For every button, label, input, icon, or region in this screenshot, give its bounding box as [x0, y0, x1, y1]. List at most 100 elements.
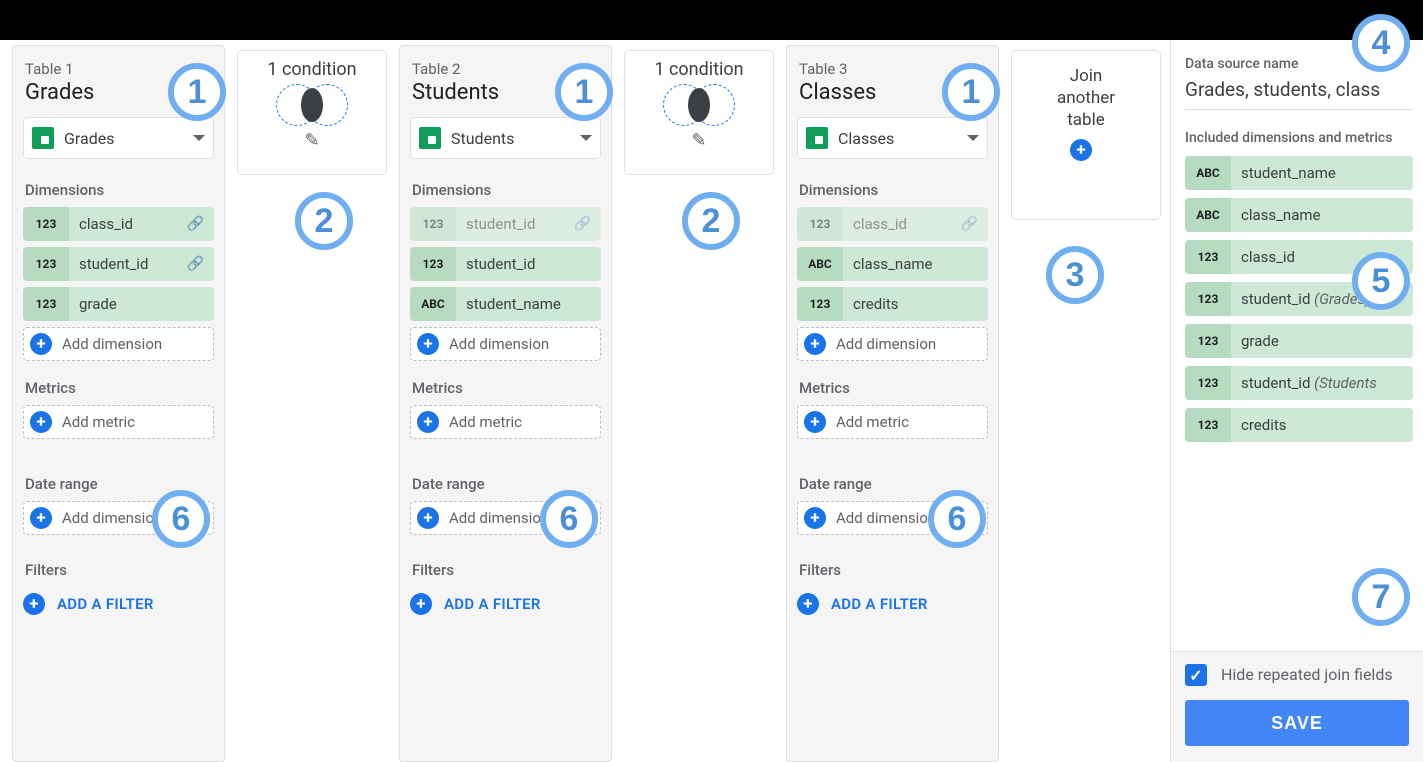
date-range-label: Date range — [25, 475, 214, 493]
type-badge: 123 — [410, 207, 456, 241]
source-select[interactable]: Students — [410, 117, 601, 159]
add-filter-label: ADD A FILTER — [831, 595, 928, 613]
dimension-chip[interactable]: 123 student_id 🔗 — [23, 247, 214, 281]
date-range-label: Date range — [412, 475, 601, 493]
dimension-chip[interactable]: 123 class_id 🔗 — [23, 207, 214, 241]
chip-label: student_id — [69, 255, 187, 273]
add-dimension-button[interactable]: + Add dimension — [797, 327, 988, 361]
field-chip[interactable]: 123 grade — [1185, 324, 1413, 358]
chip-label: grade — [69, 295, 214, 313]
add-label: Add metric — [449, 413, 522, 431]
filters-label: Filters — [25, 561, 214, 579]
field-chip[interactable]: 123 credits — [1185, 408, 1413, 442]
type-badge: 123 — [23, 247, 69, 281]
type-badge: ABC — [1185, 156, 1231, 190]
metrics-label: Metrics — [412, 379, 601, 397]
join-another-column: Join another table + — [999, 45, 1161, 762]
add-date-dimension-button[interactable]: + Add dimension — [797, 501, 988, 535]
table-title: Students — [412, 80, 599, 105]
source-name: Grades — [64, 129, 193, 148]
type-badge: 123 — [1185, 324, 1231, 358]
type-badge: 123 — [1185, 408, 1231, 442]
table-card-grades: Table 1 Grades Grades Dimensions 123 cla… — [12, 45, 225, 762]
type-badge: 123 — [23, 207, 69, 241]
date-range-label: Date range — [799, 475, 988, 493]
add-metric-button[interactable]: + Add metric — [797, 405, 988, 439]
plus-icon: + — [23, 593, 45, 615]
dimension-chip[interactable]: 123 student_id 🔗 — [410, 207, 601, 241]
add-filter-button[interactable]: + ADD A FILTER — [410, 587, 601, 621]
plus-icon: + — [804, 411, 826, 433]
dimension-chip[interactable]: 123 student_id — [410, 247, 601, 281]
join-condition-label: 1 condition — [267, 59, 356, 80]
field-chip[interactable]: 123 student_id (Grades) — [1185, 282, 1413, 316]
chip-label: credits — [843, 295, 988, 313]
add-date-dimension-button[interactable]: + Add dimension — [410, 501, 601, 535]
add-metric-button[interactable]: + Add metric — [410, 405, 601, 439]
add-dimension-button[interactable]: + Add dimension — [410, 327, 601, 361]
join-condition-card[interactable]: 1 condition ✎ — [237, 50, 387, 175]
join-condition-label: 1 condition — [654, 59, 743, 80]
add-filter-label: ADD A FILTER — [57, 595, 154, 613]
type-badge: 123 — [797, 287, 843, 321]
venn-icon — [276, 84, 348, 126]
checkbox-checked-icon: ✓ — [1185, 664, 1207, 686]
add-metric-button[interactable]: + Add metric — [23, 405, 214, 439]
plus-icon: + — [417, 507, 439, 529]
add-label: Add dimension — [62, 335, 162, 353]
link-icon: 🔗 — [187, 256, 204, 272]
table-card-students: Table 2 Students Students Dimensions 123… — [399, 45, 612, 762]
chevron-down-icon — [580, 135, 592, 141]
dimension-chip[interactable]: ABC class_name — [797, 247, 988, 281]
source-name: Classes — [838, 129, 967, 148]
add-label: Add dimension — [449, 335, 549, 353]
type-badge: 123 — [410, 247, 456, 281]
plus-icon: + — [30, 507, 52, 529]
metrics-label: Metrics — [25, 379, 214, 397]
edit-icon[interactable]: ✎ — [691, 130, 706, 151]
data-source-name-label: Data source name — [1185, 56, 1413, 72]
dimension-chip[interactable]: ABC student_name — [410, 287, 601, 321]
join-another-card[interactable]: Join another table + — [1011, 50, 1161, 220]
field-chip[interactable]: ABC class_name — [1185, 198, 1413, 232]
add-label: Add dimension — [836, 509, 936, 527]
table-pre: Table 2 — [412, 60, 601, 78]
table-title: Classes — [799, 80, 986, 105]
add-date-dimension-button[interactable]: + Add dimension — [23, 501, 214, 535]
plus-icon: + — [417, 411, 439, 433]
chip-label: class_id — [1231, 248, 1413, 266]
field-chip[interactable]: ABC student_name — [1185, 156, 1413, 190]
type-badge: ABC — [1185, 198, 1231, 232]
chip-label: credits — [1231, 416, 1413, 434]
source-select[interactable]: Grades — [23, 117, 214, 159]
join-column: 1 condition ✎ — [612, 45, 774, 762]
dimensions-label: Dimensions — [25, 181, 214, 199]
type-badge: 123 — [1185, 366, 1231, 400]
field-chip[interactable]: 123 class_id — [1185, 240, 1413, 274]
plus-icon: + — [797, 593, 819, 615]
table-pre: Table 1 — [25, 60, 214, 78]
data-source-name-input[interactable]: Grades, students, class — [1185, 78, 1413, 110]
add-filter-button[interactable]: + ADD A FILTER — [23, 587, 214, 621]
add-dimension-button[interactable]: + Add dimension — [23, 327, 214, 361]
save-button[interactable]: SAVE — [1185, 700, 1409, 746]
metrics-label: Metrics — [799, 379, 988, 397]
source-select[interactable]: Classes — [797, 117, 988, 159]
dimensions-label: Dimensions — [412, 181, 601, 199]
edit-icon[interactable]: ✎ — [304, 130, 319, 151]
add-filter-label: ADD A FILTER — [444, 595, 541, 613]
chip-label: class_name — [1231, 206, 1413, 224]
field-chip[interactable]: 123 student_id (Students — [1185, 366, 1413, 400]
link-icon: 🔗 — [187, 216, 204, 232]
hide-repeated-label: Hide repeated join fields — [1221, 664, 1393, 686]
sheets-icon — [32, 127, 54, 149]
add-label: Add dimension — [449, 509, 549, 527]
hide-repeated-checkbox-row[interactable]: ✓ Hide repeated join fields — [1185, 664, 1409, 686]
dimension-chip[interactable]: 123 class_id 🔗 — [797, 207, 988, 241]
join-condition-card[interactable]: 1 condition ✎ — [624, 50, 774, 175]
included-fields-label: Included dimensions and metrics — [1185, 130, 1413, 146]
chip-label: grade — [1231, 332, 1413, 350]
add-filter-button[interactable]: + ADD A FILTER — [797, 587, 988, 621]
dimension-chip[interactable]: 123 credits — [797, 287, 988, 321]
dimension-chip[interactable]: 123 grade — [23, 287, 214, 321]
